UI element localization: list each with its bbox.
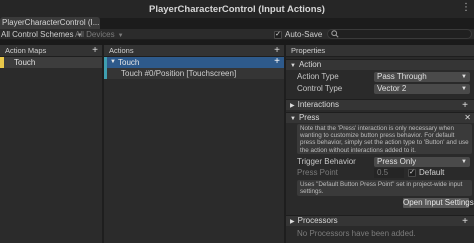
more-options-icon[interactable]: ⋮ [461, 2, 471, 13]
action-label: Touch [118, 58, 140, 67]
press-note: Note that the 'Press' interaction is onl… [297, 124, 472, 154]
processors-section-header[interactable]: ▶ Processors + [286, 215, 474, 227]
action-maps-header: Action Maps + [0, 45, 102, 57]
expand-triangle-icon: ▶ [290, 103, 295, 109]
actions-header: Actions + [104, 45, 284, 57]
actions-panel [104, 57, 284, 243]
expand-triangle-icon: ▼ [290, 116, 296, 122]
press-title: Press [298, 113, 320, 122]
actions-title: Actions [109, 46, 134, 55]
no-processors-text: No Processors have been added. [297, 229, 416, 238]
default-press-point-note: Uses "Default Button Press Point" set in… [297, 180, 472, 196]
tab-input-actions[interactable]: PlayerCharacterControl (I... [0, 17, 100, 29]
control-type-value: Vector 2 [377, 84, 407, 93]
add-action-map-button[interactable]: + [92, 45, 98, 56]
binding-item[interactable]: Touch #0/Position [Touchscreen] [104, 68, 284, 79]
action-marker [104, 57, 107, 68]
action-section-header[interactable]: ▼ Action [286, 59, 474, 70]
search-input[interactable] [327, 29, 472, 39]
trigger-behavior-value: Press Only [377, 157, 417, 166]
add-binding-button[interactable]: + [274, 57, 280, 67]
binding-marker [104, 68, 107, 79]
trigger-behavior-dropdown[interactable]: Press Only ▼ [374, 157, 470, 167]
action-maps-panel [0, 57, 102, 243]
action-maps-title: Action Maps [5, 46, 47, 55]
action-map-label: Touch [14, 58, 36, 67]
chevron-down-icon: ▼ [461, 159, 467, 165]
press-point-label: Press Point [297, 168, 338, 177]
add-processor-button[interactable]: + [462, 216, 468, 227]
action-map-marker [0, 57, 4, 68]
interactions-section-header[interactable]: ▶ Interactions + [286, 99, 474, 111]
action-map-item[interactable]: Touch [0, 57, 102, 68]
devices-dropdown[interactable]: All Devices ▼ [75, 29, 124, 40]
search-icon [331, 30, 339, 38]
action-item[interactable]: ▼ Touch + [104, 57, 284, 68]
press-section-header[interactable]: ▼ Press ✕ [286, 112, 474, 123]
processors-title: Processors [297, 216, 338, 225]
default-checkbox[interactable]: ✓ [408, 168, 416, 177]
properties-title: Properties [291, 46, 326, 55]
remove-interaction-icon[interactable]: ✕ [464, 113, 471, 123]
auto-save-checkbox[interactable]: ✓ [274, 30, 282, 39]
window-title-bar: PlayerCharacterControl (Input Actions) ⋮ [0, 0, 474, 18]
chevron-down-icon: ▼ [461, 86, 467, 92]
interactions-title: Interactions [297, 100, 339, 109]
control-scheme-dropdown[interactable]: All Control Schemes ▼ [1, 29, 82, 40]
action-section-title: Action [298, 60, 322, 69]
chevron-down-icon: ▼ [461, 74, 467, 80]
binding-label: Touch #0/Position [Touchscreen] [121, 69, 237, 78]
control-scheme-label: All Control Schemes [1, 30, 74, 39]
expand-triangle-icon: ▶ [290, 219, 295, 225]
devices-label: All Devices [75, 30, 115, 39]
action-type-dropdown[interactable]: Pass Through ▼ [374, 72, 470, 82]
press-point-field[interactable]: 0.5 [374, 168, 404, 178]
action-type-label: Action Type [297, 72, 339, 81]
default-toggle[interactable]: ✓ Default [408, 168, 444, 177]
default-label: Default [419, 168, 445, 177]
expand-triangle-icon[interactable]: ▼ [110, 57, 116, 68]
action-type-value: Pass Through [377, 72, 427, 81]
control-type-label: Control Type [297, 84, 343, 93]
add-interaction-button[interactable]: + [462, 100, 468, 111]
auto-save-label: Auto-Save [285, 30, 323, 39]
control-type-dropdown[interactable]: Vector 2 ▼ [374, 84, 470, 94]
open-input-settings-button[interactable]: Open Input Settings [402, 197, 474, 209]
chevron-down-icon: ▼ [117, 33, 124, 39]
add-action-button[interactable]: + [274, 45, 280, 56]
trigger-behavior-label: Trigger Behavior [297, 157, 356, 166]
expand-triangle-icon: ▼ [290, 63, 296, 69]
auto-save-toggle[interactable]: ✓ Auto-Save [274, 30, 322, 39]
window-title: PlayerCharacterControl (Input Actions) [149, 3, 325, 15]
properties-header: Properties [286, 45, 474, 57]
